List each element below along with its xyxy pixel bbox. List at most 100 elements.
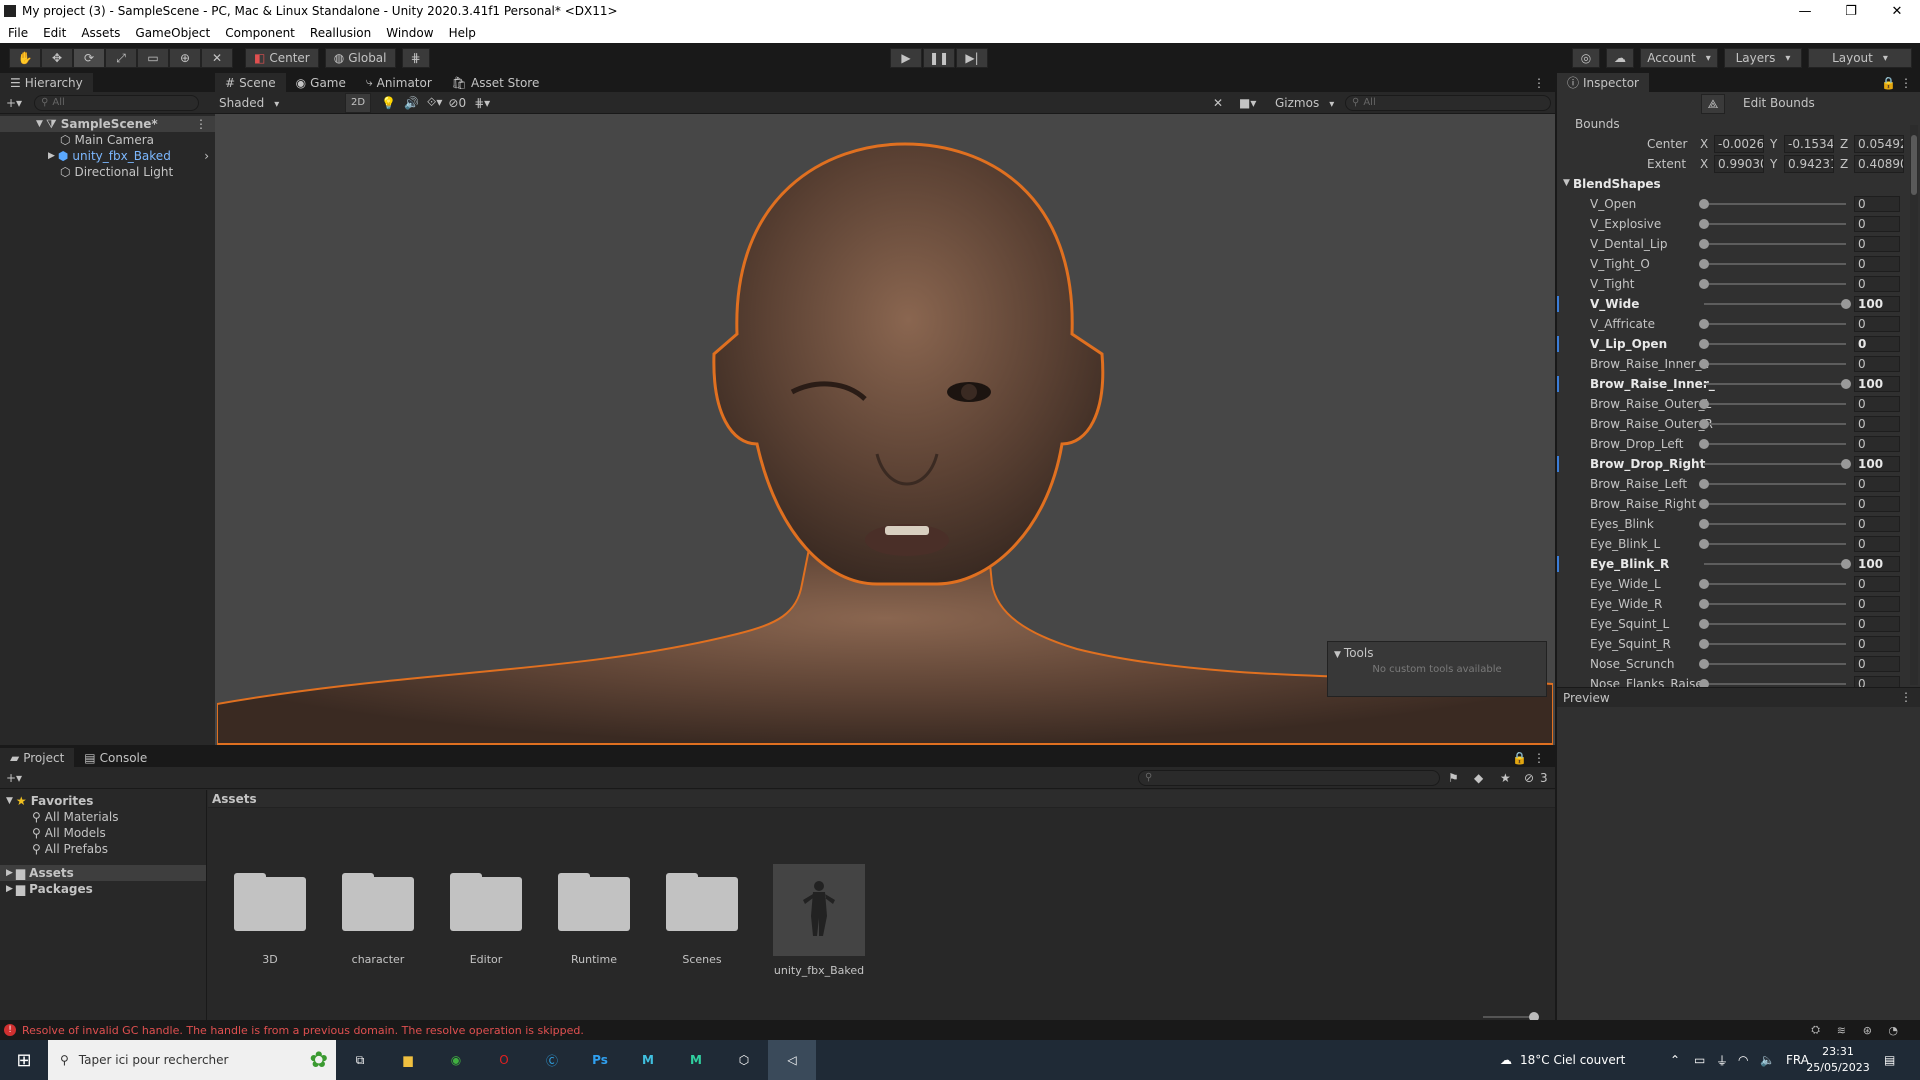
cloud-icon[interactable]: ☁ bbox=[1606, 48, 1634, 68]
tab-scene[interactable]: # Scene bbox=[215, 73, 286, 92]
pivot-center-button[interactable]: ◧ Center bbox=[245, 48, 319, 68]
hidden-packages-icon[interactable]: ⊘ bbox=[1524, 771, 1534, 785]
gizmos-dropdown[interactable]: Gizmos bbox=[1275, 96, 1334, 110]
lock-icon[interactable]: 🔒 bbox=[1512, 751, 1527, 765]
more-icon[interactable]: ⋮ bbox=[1533, 76, 1545, 90]
blendshape-value-field[interactable]: 0 bbox=[1854, 496, 1900, 512]
blendshape-slider-knob[interactable] bbox=[1699, 359, 1709, 369]
move-tool-icon[interactable]: ✥ bbox=[41, 48, 73, 68]
unity-hub-icon[interactable]: ⬡ bbox=[720, 1053, 768, 1067]
tree-item-assets[interactable]: ▶ ▆ Assets bbox=[0, 865, 206, 881]
blendshape-value-field[interactable]: 0 bbox=[1854, 596, 1900, 612]
blendshape-value-field[interactable]: 0 bbox=[1854, 516, 1900, 532]
layout-dropdown[interactable]: Layout bbox=[1808, 48, 1912, 68]
center-x-field[interactable]: -0.0026 bbox=[1714, 135, 1764, 153]
app-m-icon[interactable]: M bbox=[672, 1053, 720, 1067]
tab-project[interactable]: ▰ Project bbox=[0, 748, 75, 767]
opera-icon[interactable]: O bbox=[480, 1053, 528, 1067]
menu-assets[interactable]: Assets bbox=[81, 26, 120, 40]
edit-bounds-icon[interactable]: ⟁ bbox=[1701, 94, 1725, 114]
cache-icon[interactable]: ≋ bbox=[1837, 1024, 1846, 1037]
blendshape-slider-track[interactable] bbox=[1704, 323, 1846, 325]
rect-tool-icon[interactable]: ▭ bbox=[137, 48, 169, 68]
center-z-field[interactable]: 0.05492 bbox=[1854, 135, 1904, 153]
blendshape-value-field[interactable]: 0 bbox=[1854, 216, 1900, 232]
blendshape-slider-track[interactable] bbox=[1704, 243, 1846, 245]
close-icon[interactable]: ✕ bbox=[1874, 0, 1920, 22]
blendshape-value-field[interactable]: 0 bbox=[1854, 416, 1900, 432]
blendshape-value-field[interactable]: 0 bbox=[1854, 636, 1900, 652]
menu-help[interactable]: Help bbox=[449, 26, 476, 40]
photoshop-icon[interactable]: Ps bbox=[576, 1053, 624, 1067]
transform-tool-icon[interactable]: ⊕ bbox=[169, 48, 201, 68]
menu-file[interactable]: File bbox=[8, 26, 28, 40]
blendshape-value-field[interactable]: 100 bbox=[1854, 296, 1900, 312]
more-icon[interactable]: ⋮ bbox=[1900, 690, 1912, 704]
blendshape-slider-track[interactable] bbox=[1704, 623, 1846, 625]
pivot-global-button[interactable]: ◍ Global bbox=[324, 48, 396, 68]
blendshape-slider-knob[interactable] bbox=[1699, 439, 1709, 449]
blendshape-slider-knob[interactable] bbox=[1699, 319, 1709, 329]
tree-item-packages[interactable]: ▶ ▆ Packages bbox=[0, 881, 206, 897]
extent-z-field[interactable]: 0.40890 bbox=[1854, 155, 1904, 173]
favorite-item-all-materials[interactable]: ⚲ All Materials bbox=[0, 809, 206, 825]
maximize-icon[interactable]: ❐ bbox=[1828, 0, 1874, 22]
menu-gameobject[interactable]: GameObject bbox=[135, 26, 210, 40]
lock-icon[interactable]: 🔒 bbox=[1881, 76, 1896, 90]
blendshape-value-field[interactable]: 0 bbox=[1854, 316, 1900, 332]
inspector-scrollbar[interactable] bbox=[1910, 125, 1918, 685]
notifications-icon[interactable]: ▤ bbox=[1884, 1053, 1895, 1067]
blendshape-slider-knob[interactable] bbox=[1699, 599, 1709, 609]
blendshape-slider-knob[interactable] bbox=[1699, 339, 1709, 349]
blendshape-slider-knob[interactable] bbox=[1699, 259, 1709, 269]
blendshape-slider-track[interactable] bbox=[1704, 203, 1846, 205]
tab-game[interactable]: ◉ Game bbox=[286, 73, 356, 92]
wifi-icon[interactable]: ◠ bbox=[1738, 1053, 1748, 1067]
filter-type-icon[interactable]: ⚑ bbox=[1448, 771, 1459, 785]
blendshape-slider-track[interactable] bbox=[1704, 543, 1846, 545]
maya-icon[interactable]: M bbox=[624, 1053, 672, 1067]
add-icon[interactable]: +▾ bbox=[6, 96, 22, 110]
blendshape-slider-track[interactable] bbox=[1704, 503, 1846, 505]
open-prefab-icon[interactable]: › bbox=[204, 149, 209, 163]
favorite-item-all-prefabs[interactable]: ⚲ All Prefabs bbox=[0, 841, 206, 857]
device-icon[interactable]: ▭ bbox=[1694, 1053, 1705, 1067]
asset-model-unity-fbx-baked[interactable]: unity_fbx_Baked bbox=[764, 864, 874, 977]
blendshape-value-field[interactable]: 0 bbox=[1854, 276, 1900, 292]
blendshape-slider-knob[interactable] bbox=[1699, 579, 1709, 589]
blendshape-slider-knob[interactable] bbox=[1699, 219, 1709, 229]
collab-status-icon[interactable]: ⛭ bbox=[1811, 1023, 1820, 1037]
grid-snap-icon[interactable]: ⋕ bbox=[401, 48, 430, 68]
tab-inspector[interactable]: ⓘ Inspector bbox=[1557, 73, 1649, 92]
asset-folder-scenes[interactable]: Scenes bbox=[666, 873, 738, 966]
blendshape-slider-knob[interactable] bbox=[1841, 379, 1851, 389]
asset-folder-editor[interactable]: Editor bbox=[450, 873, 522, 966]
blendshape-slider-track[interactable] bbox=[1704, 663, 1846, 665]
windows-start-icon[interactable]: ⊞ bbox=[0, 1050, 48, 1071]
menu-window[interactable]: Window bbox=[386, 26, 433, 40]
blendshape-value-field[interactable]: 0 bbox=[1854, 536, 1900, 552]
chevron-up-icon[interactable]: ⌃ bbox=[1670, 1053, 1680, 1067]
favorite-star-icon[interactable]: ★ bbox=[1500, 771, 1511, 785]
blendshape-slider-knob[interactable] bbox=[1699, 639, 1709, 649]
hierarchy-item-unity-fbx-baked[interactable]: ▶ ⬢ unity_fbx_Baked › bbox=[0, 148, 215, 164]
custom-tool-icon[interactable]: ✕ bbox=[201, 48, 233, 68]
usb-icon[interactable]: ⏚ bbox=[1716, 1052, 1728, 1069]
blendshape-slider-knob[interactable] bbox=[1699, 619, 1709, 629]
blendshape-slider-knob[interactable] bbox=[1841, 459, 1851, 469]
blendshape-slider-knob[interactable] bbox=[1699, 539, 1709, 549]
shading-mode-dropdown[interactable]: Shaded bbox=[219, 96, 337, 110]
blendshape-slider-track[interactable] bbox=[1704, 263, 1846, 265]
blendshape-value-field[interactable]: 0 bbox=[1854, 256, 1900, 272]
blendshape-slider-track[interactable] bbox=[1704, 383, 1846, 385]
blendshape-slider-track[interactable] bbox=[1704, 283, 1846, 285]
menu-edit[interactable]: Edit bbox=[43, 26, 66, 40]
scene-viewport[interactable]: ▼ Tools No custom tools available bbox=[217, 114, 1553, 745]
blendshape-value-field[interactable]: 0 bbox=[1854, 616, 1900, 632]
tools-icon[interactable]: ✕ bbox=[1213, 96, 1223, 110]
rotate-tool-icon[interactable]: ⟳ bbox=[73, 48, 105, 68]
more-icon[interactable]: ⋮ bbox=[1533, 751, 1545, 765]
tab-console[interactable]: ▤ Console bbox=[74, 748, 157, 767]
taskbar-search-input[interactable]: ⚲ Taper ici pour rechercher ✿ bbox=[48, 1040, 336, 1080]
hierarchy-scene-row[interactable]: ▼ ⧩ SampleScene* ⋮ bbox=[0, 116, 215, 132]
